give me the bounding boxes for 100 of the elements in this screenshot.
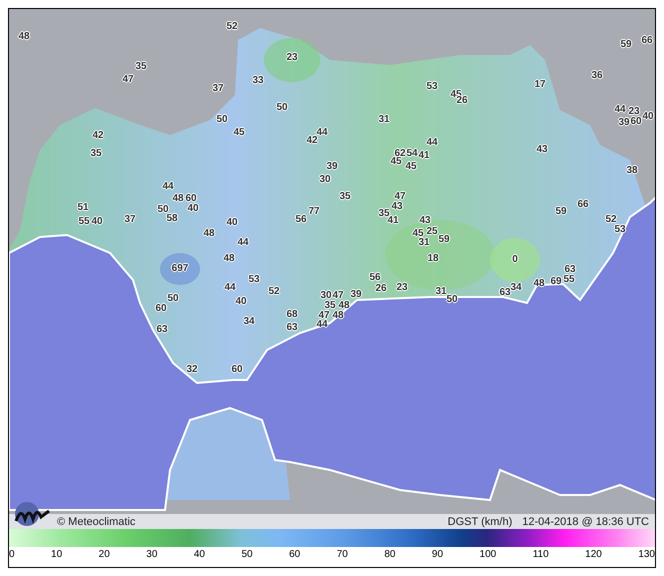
scale-tick-label: 10 [51, 549, 62, 560]
wind-gust-reading: 41 [387, 216, 399, 226]
wind-gust-reading: 48 [223, 254, 235, 264]
wind-gust-reading: 44 [316, 128, 328, 138]
wind-gust-reading: 53 [614, 225, 626, 235]
wind-gust-reading: 697 [172, 264, 188, 274]
wind-gust-reading: 17 [534, 80, 546, 90]
scale-tick-label: 30 [146, 549, 158, 560]
logo-icon [13, 501, 51, 527]
wind-gust-reading: 39 [618, 118, 630, 128]
scale-tick-label: 120 [585, 549, 602, 560]
wind-gust-reading: 44 [237, 238, 249, 248]
wind-gust-reading: 36 [591, 71, 603, 81]
scale-tick-label: 20 [98, 549, 110, 560]
scale-tick-label: 70 [336, 549, 348, 560]
wind-gust-reading: 60 [630, 117, 642, 127]
wind-gust-reading: 44 [162, 182, 174, 192]
scale-tick-label: 40 [194, 549, 205, 560]
scale-tick-label: 110 [532, 549, 549, 560]
wind-gust-reading: 47 [332, 291, 344, 301]
wind-gust-reading: 34 [243, 317, 255, 327]
wind-gust-reading: 52 [605, 215, 617, 225]
wind-gust-reading: 50 [167, 294, 179, 304]
wind-gust-reading: 23 [286, 53, 298, 63]
wind-gust-reading: 63 [286, 323, 298, 333]
wind-gust-reading: 39 [350, 290, 362, 300]
wind-gust-reading: 45 [405, 162, 417, 172]
timestamp: 12-04-2018 @ 18:36 UTC [522, 516, 649, 528]
wind-gust-reading: 60 [231, 365, 243, 375]
wind-gust-reading: 56 [369, 273, 381, 283]
scale-tick-label: 100 [480, 549, 496, 560]
wind-gust-reading: 23 [396, 283, 408, 293]
wind-gust-reading: 40 [226, 218, 238, 228]
scale-tick-label: 0 [9, 549, 15, 560]
wind-gust-reading: 51 [77, 203, 89, 213]
credit-text: © Meteoclimatic [57, 516, 136, 528]
wind-gust-reading: 63 [564, 265, 576, 275]
wind-gust-reading: 55 [563, 275, 575, 285]
wind-gust-reading: 33 [252, 76, 264, 86]
wind-gust-reading: 31 [418, 238, 430, 248]
wind-gust-reading: 60 [185, 194, 197, 204]
wind-gust-reading: 41 [418, 151, 430, 161]
wind-gust-reading: 52 [226, 22, 238, 32]
wind-gust-reading: 48 [172, 194, 184, 204]
wind-gust-reading: 42 [306, 136, 318, 146]
wind-gust-reading: 77 [308, 207, 320, 217]
wind-gust-reading: 31 [378, 115, 390, 125]
wind-gust-reading: 35 [339, 192, 351, 202]
wind-gust-reading: 40 [642, 112, 654, 122]
wind-gust-reading: 53 [248, 275, 260, 285]
wind-gust-reading: 50 [216, 115, 228, 125]
wind-gust-reading: 66 [641, 36, 653, 46]
wind-gust-reading: 66 [577, 200, 589, 210]
wind-gust-reading: 47 [394, 192, 406, 202]
wind-gust-reading: 59 [438, 235, 450, 245]
wind-gust-reading: 44 [224, 283, 236, 293]
wind-gust-reading: 30 [320, 291, 332, 301]
wind-gust-reading: 54 [406, 149, 418, 159]
wind-gust-reading: 44 [426, 138, 438, 148]
wind-gust-reading: 50 [276, 103, 288, 113]
wind-gust-reading: 63 [156, 325, 168, 335]
wind-gust-reading: 48 [18, 32, 30, 42]
scale-tick-label: 50 [241, 549, 253, 560]
wind-gust-reading: 47 [122, 75, 134, 85]
wind-gust-reading: 37 [124, 215, 136, 225]
wind-gust-reading: 59 [620, 40, 632, 50]
wind-gust-reading: 37 [212, 84, 224, 94]
wind-gust-reading: 68 [286, 310, 298, 320]
wind-gust-reading: 56 [295, 215, 307, 225]
wind-gust-reading: 53 [426, 82, 438, 92]
wind-gust-reading: 42 [92, 131, 104, 141]
scale-tick-label: 80 [384, 549, 396, 560]
wind-gust-reading: 58 [166, 214, 178, 224]
wind-gust-reading: 45 [233, 128, 245, 138]
scale-tick-label: 130 [638, 549, 655, 560]
wind-gust-reading: 50 [157, 205, 169, 215]
scale-tick-label: 90 [432, 549, 444, 560]
wind-gust-reading: 59 [555, 207, 567, 217]
wind-gust-reading: 35 [324, 301, 336, 311]
wind-gust-reading: 30 [319, 175, 331, 185]
wind-gust-reading: 60 [155, 304, 167, 314]
wind-gust-reading: 31 [435, 287, 447, 297]
wind-gust-reading: 26 [456, 96, 468, 106]
wind-gust-reading: 40 [235, 297, 247, 307]
wind-gust-reading: 18 [427, 254, 439, 264]
wind-gust-reading: 63 [499, 288, 511, 298]
variable-label: DGST (km/h) [448, 516, 512, 528]
wind-gust-reading: 39 [326, 162, 338, 172]
wind-gust-reading: 40 [187, 204, 199, 214]
wind-gust-reading: 35 [90, 149, 102, 159]
wind-gust-reading: 52 [268, 287, 280, 297]
wind-gust-reading: 44 [614, 105, 626, 115]
wind-gust-reading: 48 [203, 229, 215, 239]
wind-gust-reading: 55 [78, 217, 90, 227]
wind-gust-reading: 26 [375, 284, 387, 294]
wind-gust-reading: 25 [426, 227, 438, 237]
wind-gust-reading: 45 [390, 157, 402, 167]
wind-gust-reading: 47 [318, 311, 330, 321]
wind-gust-reading: 23 [628, 107, 640, 117]
wind-gust-reading: 45 [412, 229, 424, 239]
